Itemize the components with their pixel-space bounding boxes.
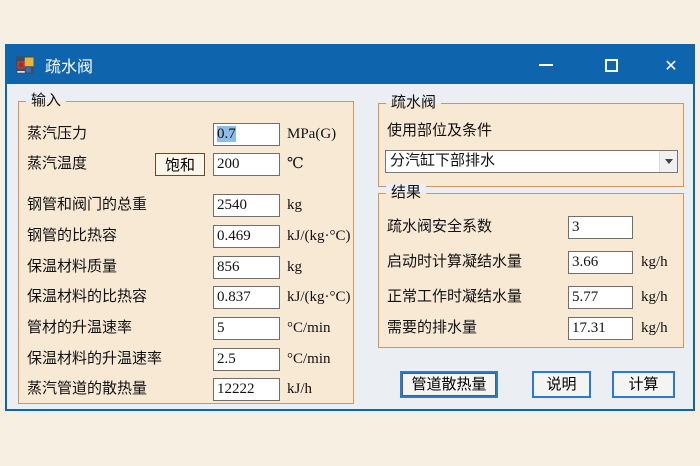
- trap-groupbox: 疏水阀 使用部位及条件 分汽缸下部排水: [378, 103, 684, 187]
- safety-factor-label: 疏水阀安全系数: [387, 216, 492, 239]
- pipe-heating-rate-unit: °C/min: [287, 317, 331, 340]
- row-insulation-mass: 保温材料质量 856 kg: [19, 256, 353, 279]
- insulation-specific-heat-unit: kJ/(kg·°C): [287, 286, 351, 309]
- safety-factor-input[interactable]: 3: [568, 216, 633, 239]
- row-insulation-specific-heat: 保温材料的比热容 0.837 kJ/(kg·°C): [19, 286, 353, 309]
- pipe-heat-dissipation-unit: kJ/h: [287, 378, 312, 401]
- row-required-drainage: 需要的排水量 17.31 kg/h: [379, 317, 683, 340]
- normal-condensate-input[interactable]: 5.77: [568, 286, 633, 309]
- row-pipe-valve-weight: 钢管和阀门的总重 2540 kg: [19, 194, 353, 217]
- pipe-valve-weight-input[interactable]: 2540: [213, 194, 280, 217]
- close-button[interactable]: ✕: [650, 46, 692, 84]
- insulation-mass-input[interactable]: 856: [213, 256, 280, 279]
- saturation-button[interactable]: 饱和: [155, 153, 205, 176]
- selected-text: 0.7: [217, 126, 236, 142]
- result-group-title: 结果: [386, 184, 426, 203]
- dropdown-button[interactable]: [659, 151, 677, 172]
- steam-pressure-unit: MPa(G): [287, 123, 336, 146]
- pipe-specific-heat-input[interactable]: 0.469: [213, 225, 280, 248]
- insulation-heating-rate-input[interactable]: 2.5: [213, 348, 280, 371]
- steam-temperature-unit: ℃: [287, 153, 304, 176]
- insulation-heating-rate-label: 保温材料的升温速率: [27, 348, 162, 371]
- required-drainage-unit: kg/h: [641, 317, 668, 340]
- pipe-specific-heat-label: 钢管的比热容: [27, 225, 117, 248]
- app-icon: [16, 55, 36, 75]
- titlebar[interactable]: 疏水阀 ✕: [7, 46, 693, 84]
- insulation-specific-heat-input[interactable]: 0.837: [213, 286, 280, 309]
- pipe-heat-dissipation-input[interactable]: 12222: [213, 378, 280, 401]
- insulation-specific-heat-label: 保温材料的比热容: [27, 286, 147, 309]
- normal-condensate-label: 正常工作时凝结水量: [387, 286, 522, 309]
- startup-condensate-unit: kg/h: [641, 251, 668, 274]
- app-window: 疏水阀 ✕ 输入 蒸汽压力 0.7 MPa(G) 蒸汽温度 200 ℃ 饱和 钢…: [5, 44, 695, 411]
- insulation-mass-unit: kg: [287, 256, 302, 279]
- chevron-down-icon: [665, 159, 673, 164]
- usage-condition-value: 分汽缸下部排水: [390, 151, 495, 172]
- steam-pressure-input[interactable]: 0.7: [213, 123, 280, 146]
- result-groupbox: 结果 疏水阀安全系数 3 启动时计算凝结水量 3.66 kg/h 正常工作时凝结…: [378, 193, 684, 348]
- trap-group-title: 疏水阀: [386, 94, 441, 113]
- row-startup-condensate: 启动时计算凝结水量 3.66 kg/h: [379, 251, 683, 274]
- insulation-heating-rate-unit: °C/min: [287, 348, 331, 371]
- row-insulation-heating-rate: 保温材料的升温速率 2.5 °C/min: [19, 348, 353, 371]
- pipe-valve-weight-unit: kg: [287, 194, 302, 217]
- pipe-heat-loss-button[interactable]: 管道散热量: [400, 371, 498, 398]
- normal-condensate-unit: kg/h: [641, 286, 668, 309]
- required-drainage-label: 需要的排水量: [387, 317, 477, 340]
- input-groupbox: 输入 蒸汽压力 0.7 MPa(G) 蒸汽温度 200 ℃ 饱和 钢管和阀门的总…: [18, 101, 354, 404]
- row-pipe-heat-dissipation: 蒸汽管道的散热量 12222 kJ/h: [19, 378, 353, 401]
- maximize-icon: [605, 59, 618, 72]
- steam-temperature-label: 蒸汽温度: [27, 153, 87, 176]
- pipe-specific-heat-unit: kJ/(kg·°C): [287, 225, 351, 248]
- calculate-button[interactable]: 计算: [612, 371, 675, 398]
- close-icon: ✕: [664, 56, 677, 75]
- maximize-button[interactable]: [590, 46, 632, 84]
- row-normal-condensate: 正常工作时凝结水量 5.77 kg/h: [379, 286, 683, 309]
- usage-condition-label: 使用部位及条件: [387, 119, 492, 140]
- window-title: 疏水阀: [45, 53, 93, 77]
- row-safety-factor: 疏水阀安全系数 3: [379, 216, 683, 239]
- minimize-icon: [539, 64, 553, 66]
- startup-condensate-label: 启动时计算凝结水量: [387, 251, 522, 274]
- row-pipe-specific-heat: 钢管的比热容 0.469 kJ/(kg·°C): [19, 225, 353, 248]
- client-area: 输入 蒸汽压力 0.7 MPa(G) 蒸汽温度 200 ℃ 饱和 钢管和阀门的总…: [7, 84, 693, 409]
- steam-pressure-label: 蒸汽压力: [27, 123, 87, 146]
- row-steam-pressure: 蒸汽压力 0.7 MPa(G): [19, 123, 353, 146]
- required-drainage-input[interactable]: 17.31: [568, 317, 633, 340]
- usage-condition-select[interactable]: 分汽缸下部排水: [385, 150, 678, 173]
- insulation-mass-label: 保温材料质量: [27, 256, 117, 279]
- startup-condensate-input[interactable]: 3.66: [568, 251, 633, 274]
- pipe-heat-dissipation-label: 蒸汽管道的散热量: [27, 378, 147, 401]
- pipe-heating-rate-input[interactable]: 5: [213, 317, 280, 340]
- input-group-title: 输入: [26, 92, 66, 111]
- steam-temperature-input[interactable]: 200: [213, 153, 280, 176]
- help-button[interactable]: 说明: [532, 371, 591, 398]
- pipe-valve-weight-label: 钢管和阀门的总重: [27, 194, 147, 217]
- pipe-heating-rate-label: 管材的升温速率: [27, 317, 132, 340]
- minimize-button[interactable]: [525, 46, 567, 84]
- row-pipe-heating-rate: 管材的升温速率 5 °C/min: [19, 317, 353, 340]
